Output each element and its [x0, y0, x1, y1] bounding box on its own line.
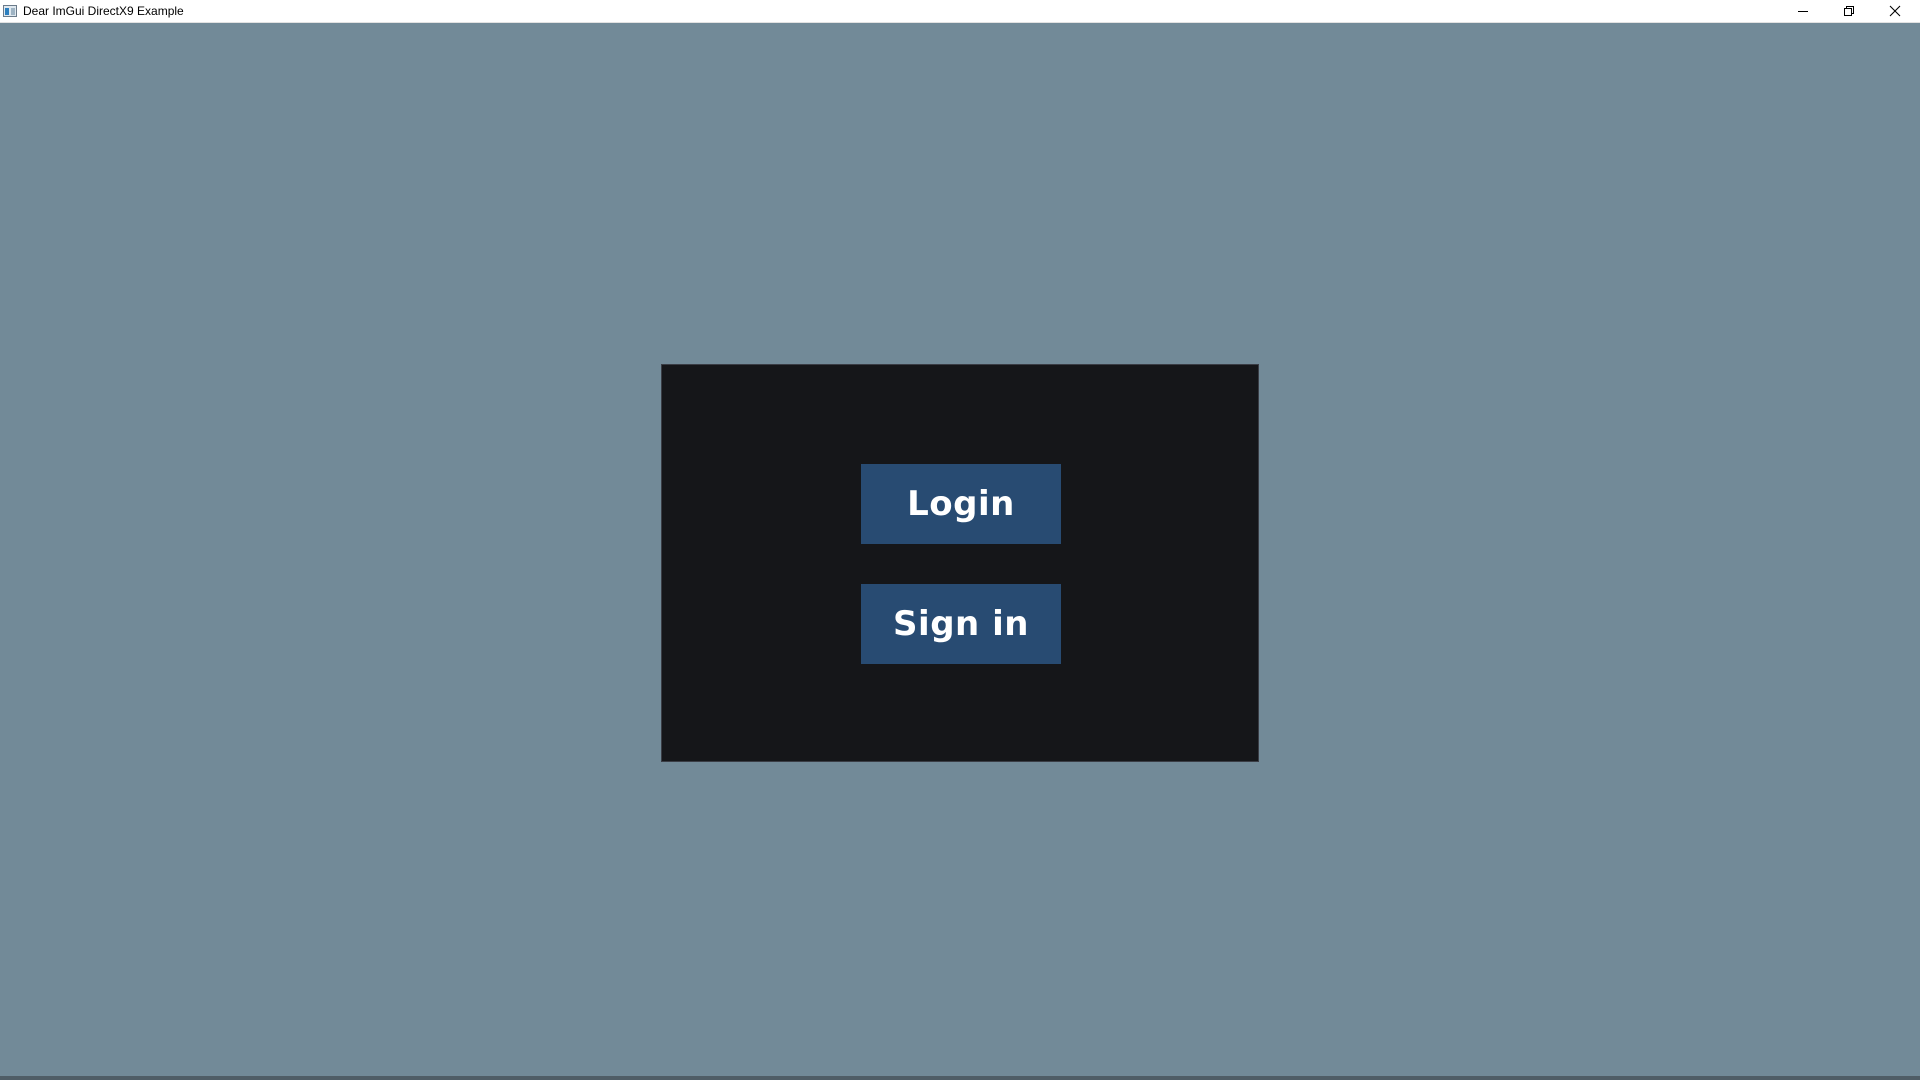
window-title: Dear ImGui DirectX9 Example [23, 4, 184, 18]
title-bar[interactable]: Dear ImGui DirectX9 Example [0, 0, 1920, 23]
sign-in-button[interactable]: Sign in [861, 584, 1061, 664]
login-button[interactable]: Login [861, 464, 1061, 544]
login-panel: Login Sign in [661, 364, 1259, 762]
app-window: Dear ImGui DirectX9 Example Login Sign i… [0, 0, 1920, 1080]
minimize-button[interactable] [1780, 0, 1826, 22]
restore-icon [1844, 6, 1854, 16]
close-button[interactable] [1872, 0, 1918, 22]
sign-in-button-label: Sign in [893, 604, 1029, 644]
login-button-label: Login [907, 484, 1015, 524]
minimize-icon [1798, 11, 1808, 12]
close-icon [1889, 5, 1901, 17]
app-icon [3, 5, 17, 17]
window-bottom-edge [0, 1076, 1920, 1080]
restore-button[interactable] [1826, 0, 1872, 22]
